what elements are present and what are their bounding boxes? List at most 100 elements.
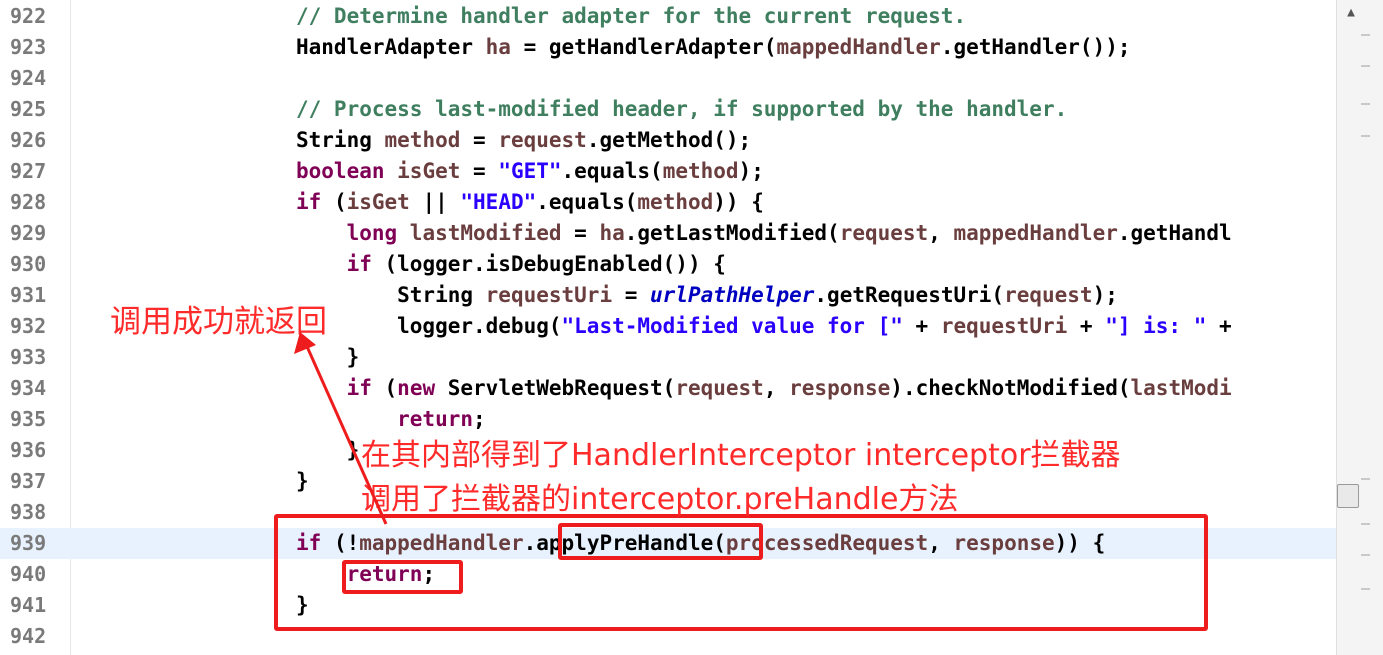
code-token: .getHandl [1117,221,1232,245]
code-token: + [1067,314,1106,338]
code-token: ; [473,407,486,431]
vertical-scrollbar[interactable] [1336,0,1383,655]
code-token: ha [599,221,625,245]
code-token: = [460,159,499,183]
code-token: urlPathHelper [650,283,815,307]
highlight-box-applyprehandle [558,523,763,560]
code-token: .equals( [536,190,638,214]
overview-marker[interactable] [1361,554,1370,556]
code-token: lastModified [409,221,562,245]
line-number: 933 [10,345,47,369]
code-token: } [296,469,309,493]
overview-marker[interactable] [1361,65,1370,67]
code-token: requestUri [940,314,1068,338]
code-token: || [409,190,461,214]
code-token: if [296,376,385,400]
code-token: = [561,221,600,245]
code-token: method [637,190,714,214]
code-token: return [296,407,474,431]
code-token: = getHandlerAdapter( [510,35,777,59]
code-token: "] is: " [1105,314,1207,338]
code-line[interactable]: 922 // Determine handler adapter for the … [0,1,1336,32]
code-token: long [296,221,410,245]
code-token: logger.debug( [296,314,562,338]
code-text: HandlerAdapter ha = getHandlerAdapter(ma… [296,32,1131,63]
code-text: } [296,435,360,466]
line-number: 926 [10,128,47,152]
overview-marker[interactable] [1361,34,1370,36]
code-token: .getLastModified( [624,221,840,245]
code-token: new [397,376,448,400]
code-token: .getHandler()); [940,35,1131,59]
code-text: logger.debug("Last-Modified value for ["… [296,311,1232,342]
overview-marker[interactable] [1361,588,1370,590]
overview-marker[interactable] [1361,135,1370,137]
annotation-prehandle-note: 调用了拦截器的interceptor.preHandle方法 [361,482,959,517]
line-number: 928 [10,190,47,214]
line-number: 924 [10,66,47,90]
code-token: "GET" [498,159,562,183]
code-token: = [460,128,499,152]
overview-marker[interactable] [1361,103,1370,105]
code-line[interactable]: 928 if (isGet || "HEAD".equals(method)) { [0,187,1336,218]
line-number: 929 [10,221,47,245]
code-text: boolean isGet = "GET".equals(method); [296,156,764,187]
line-number: 927 [10,159,47,183]
code-line[interactable]: 934 if (new ServletWebRequest(request, r… [0,373,1336,404]
line-number: 937 [10,469,47,493]
line-number: 942 [10,624,47,648]
code-line[interactable]: 924 [0,63,1336,94]
code-token: // Process last-modified header, if supp… [296,97,1068,121]
annotation-return-note: 调用成功就返回 [110,304,327,340]
code-token: String [296,128,385,152]
code-token: mappedHandler [776,35,941,59]
line-number: 931 [10,283,47,307]
code-token: )) { [713,190,764,214]
line-number: 925 [10,97,47,121]
code-line[interactable]: 926 String method = request.getMethod(); [0,125,1336,156]
code-token: .getMethod(); [586,128,752,152]
code-token: ha [485,35,511,59]
line-number: 922 [10,4,47,28]
line-number: 923 [10,35,47,59]
code-token: "HEAD" [460,190,537,214]
code-text: if (isGet || "HEAD".equals(method)) { [296,187,764,218]
code-token: ); [738,159,764,183]
code-text: String method = request.getMethod(); [296,125,751,156]
code-text: // Process last-modified header, if supp… [296,94,1067,125]
code-token: request [839,221,929,245]
line-number: 932 [10,314,47,338]
highlight-box-return [342,560,463,594]
code-token: } [296,438,360,462]
code-token: if [296,252,385,276]
code-text: String requestUri = urlPathHelper.getReq… [296,280,1118,311]
code-token: request [675,376,764,400]
overview-marker[interactable] [1361,478,1370,480]
code-line[interactable]: 925 // Process last-modified header, if s… [0,94,1336,125]
code-token: boolean [296,159,398,183]
line-number: 934 [10,376,47,400]
line-number: 930 [10,252,47,276]
code-line[interactable]: 929 long lastModified = ha.getLastModifi… [0,218,1336,249]
code-text: if (new ServletWebRequest(request, respo… [296,373,1232,404]
scrollbar-thumb[interactable] [1337,484,1359,508]
code-token: ); [1092,283,1118,307]
code-text: if (logger.isDebugEnabled()) { [296,249,726,280]
code-line[interactable]: 933 } [0,342,1336,373]
code-token: isGet [346,190,410,214]
code-token: } [296,345,360,369]
line-number: 936 [10,438,47,462]
code-token: ( [333,190,347,214]
code-line[interactable]: 930 if (logger.isDebugEnabled()) { [0,249,1336,280]
code-token: .getRequestUri( [814,283,1005,307]
overview-marker[interactable] [1361,523,1370,525]
code-line[interactable]: 927 boolean isGet = "GET".equals(method); [0,156,1336,187]
code-token: // Determine handler adapter for the cur… [296,4,967,28]
code-token: (logger.isDebugEnabled()) { [384,252,726,276]
code-token: .equals( [561,159,663,183]
code-token: request [1004,283,1093,307]
code-token: ).checkNotModified( [890,376,1131,400]
code-token: mappedHandler [953,221,1118,245]
code-line[interactable]: 923 HandlerAdapter ha = getHandlerAdapter… [0,32,1336,63]
chevron-up-icon[interactable]: ▲ [1341,4,1361,22]
